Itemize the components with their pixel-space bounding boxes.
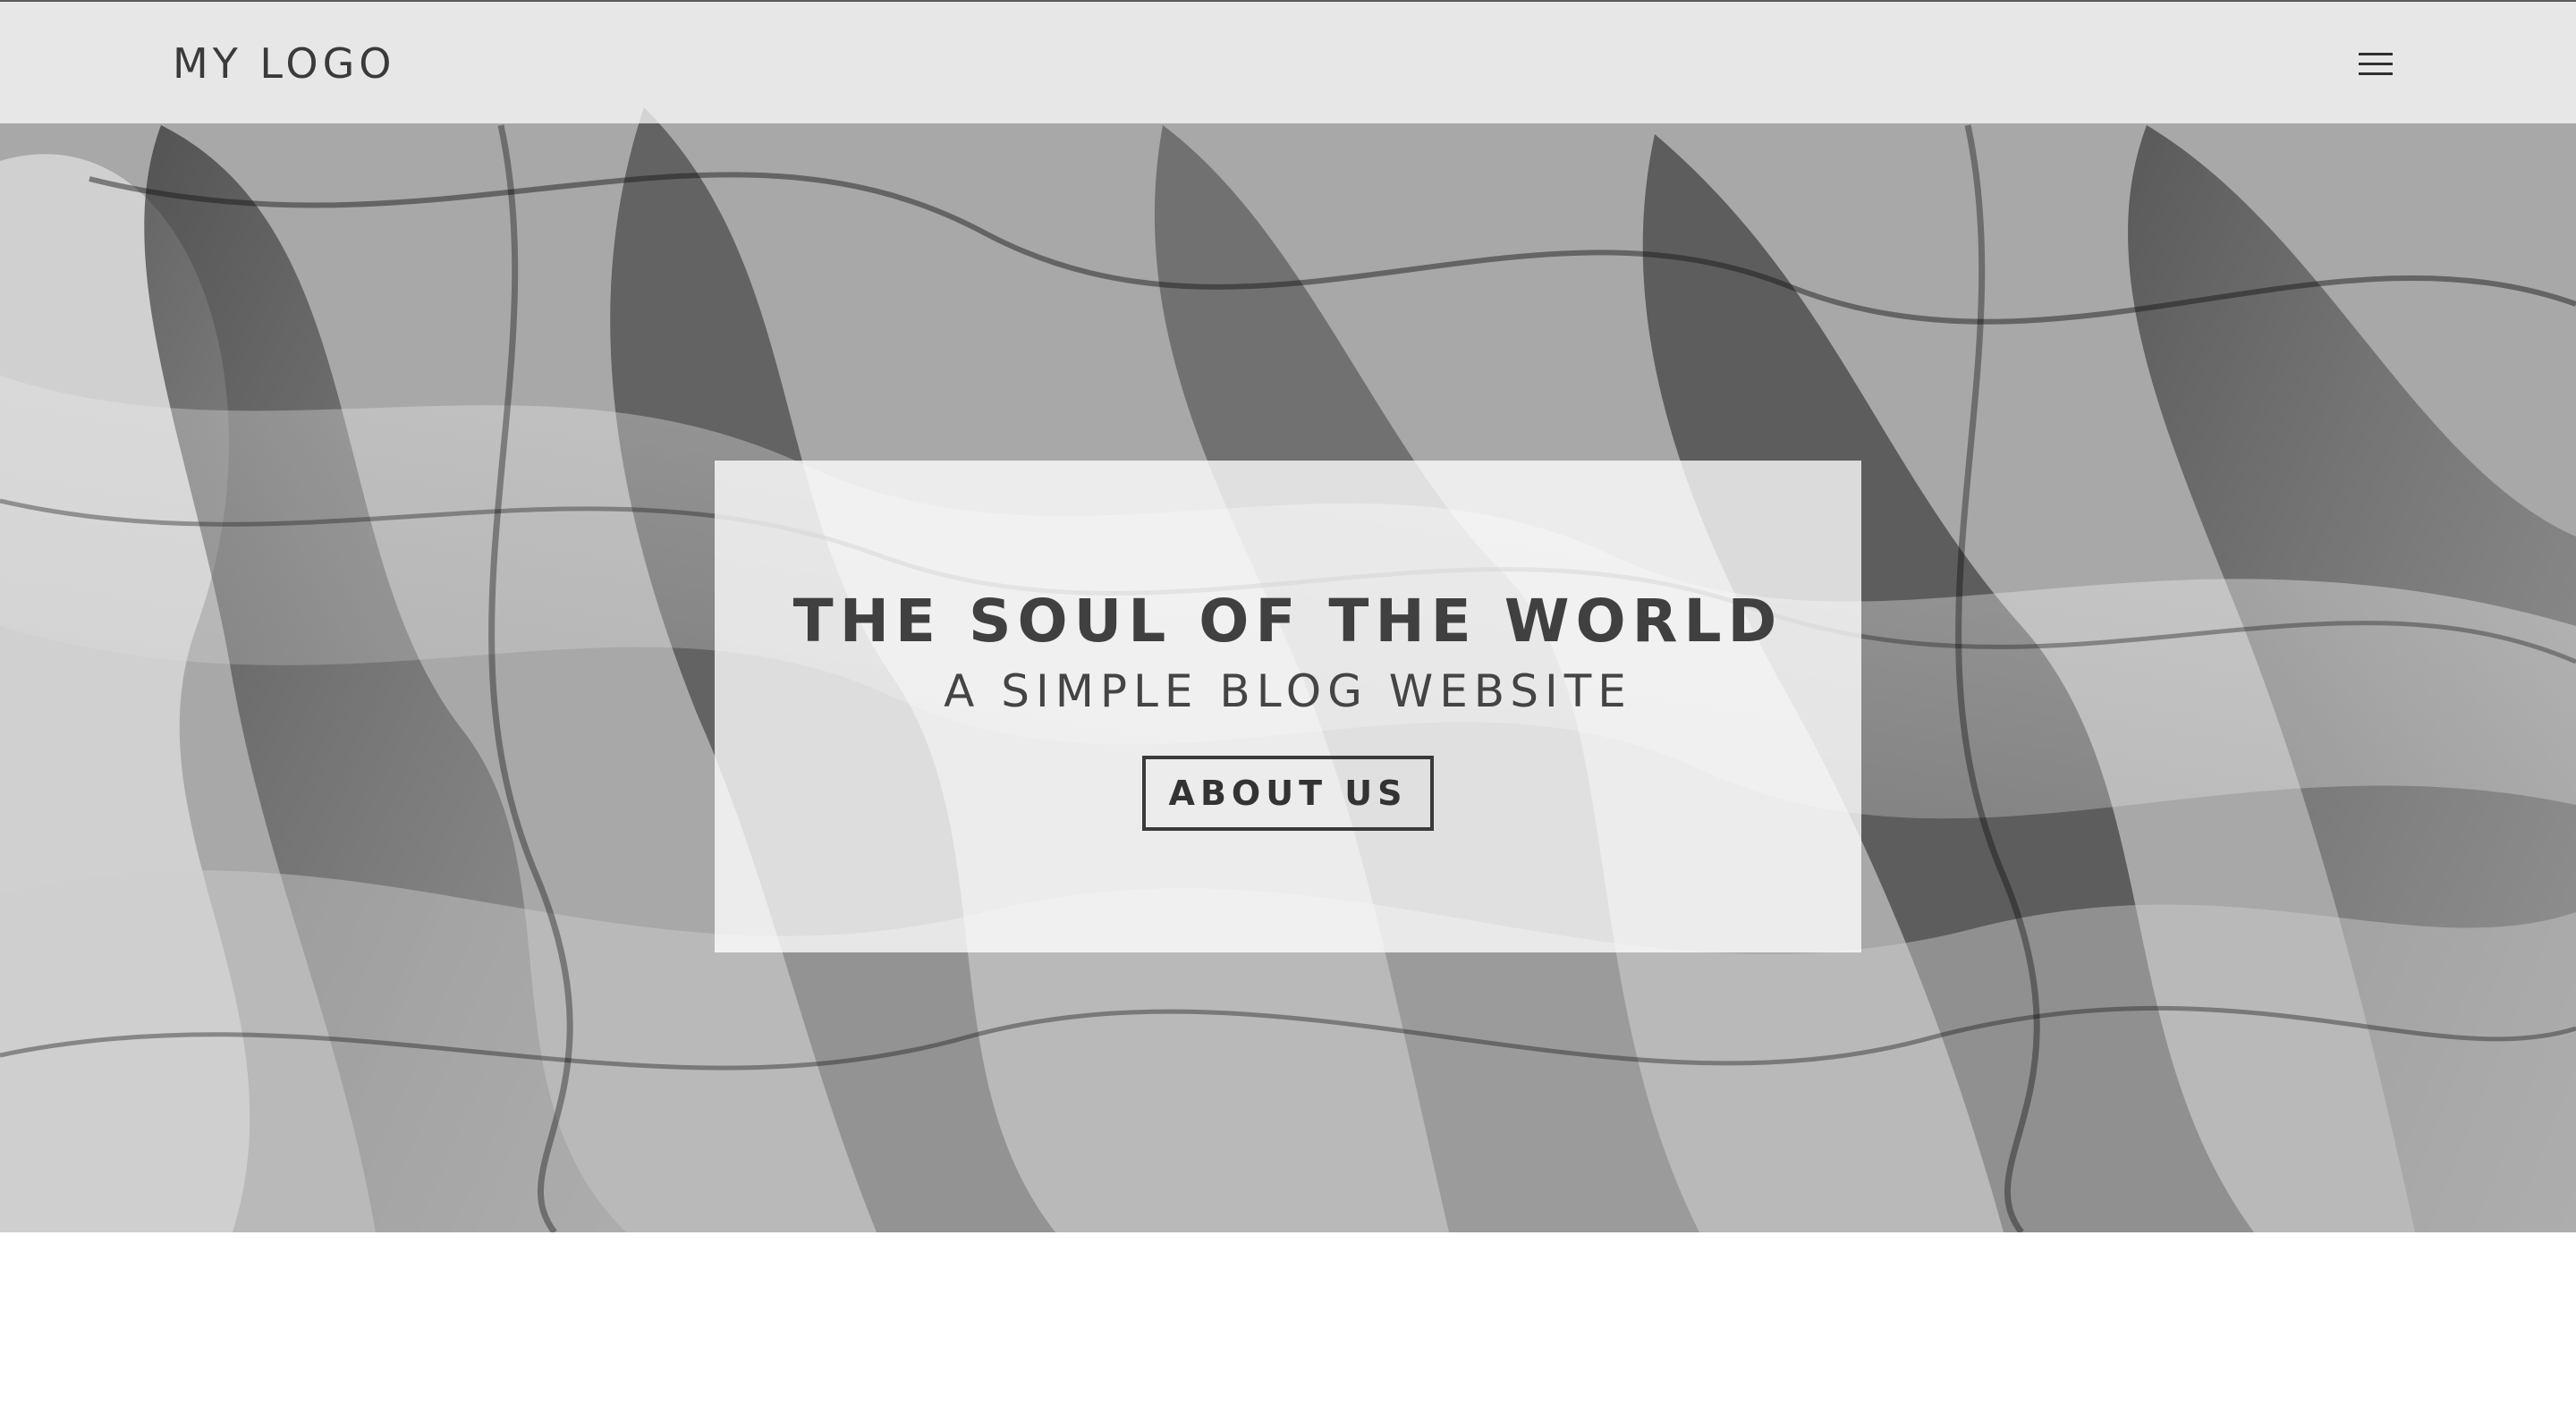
hero-card: THE SOUL OF THE WORLD A SIMPLE BLOG WEBS… xyxy=(715,461,1861,952)
menu-bar xyxy=(2359,72,2393,75)
hero-subtitle: A SIMPLE BLOG WEBSITE xyxy=(944,665,1632,717)
hamburger-menu-icon[interactable] xyxy=(2343,41,2395,86)
site-logo[interactable]: MY LOGO xyxy=(173,36,395,91)
menu-bar xyxy=(2359,63,2393,65)
hero-title: THE SOUL OF THE WORLD xyxy=(792,587,1784,656)
about-us-button[interactable]: ABOUT US xyxy=(1142,756,1434,831)
menu-bar xyxy=(2359,53,2393,55)
site-header: MY LOGO xyxy=(0,0,2576,123)
